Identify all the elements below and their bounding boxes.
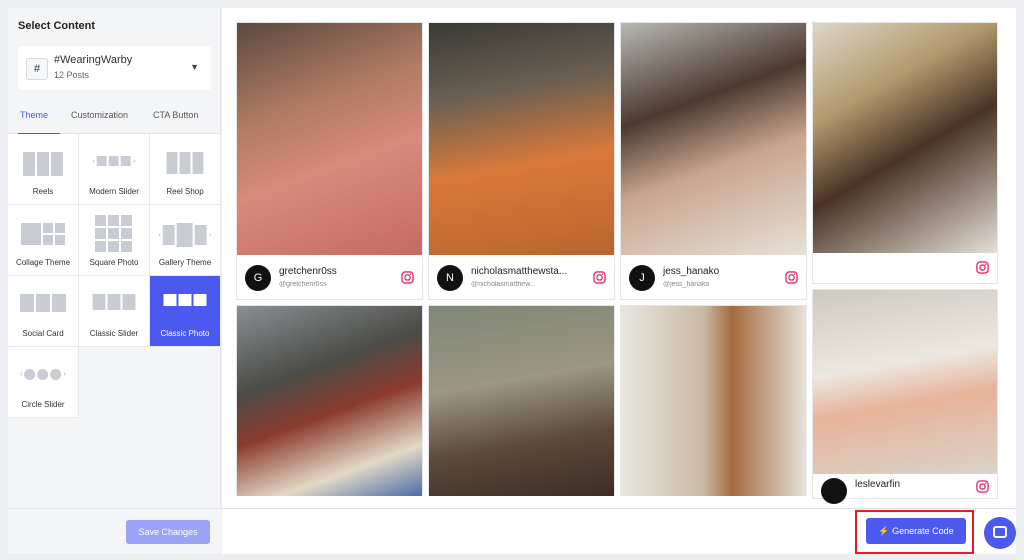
feed-preview: G gretchenr0ss @gretchenr0ss N nicholasm… [222, 8, 1016, 508]
settings-tabs: Theme Customization CTA Button [8, 100, 221, 135]
theme-gallery[interactable]: ‹ › Gallery Theme [150, 205, 221, 276]
source-name: #WearingWarby [54, 54, 133, 66]
instagram-icon[interactable] [401, 271, 414, 284]
sidebar-footer: Save Changes [8, 508, 221, 554]
tab-cta-button[interactable]: CTA Button [153, 110, 198, 120]
post-photo [237, 306, 422, 496]
card-footer [813, 253, 997, 283]
theme-label: Circle Slider [21, 400, 65, 409]
post-photo [621, 306, 806, 496]
post-card[interactable] [428, 305, 615, 496]
card-footer: leslevarfin [813, 474, 997, 504]
sidebar: Select Content # #WearingWarby 12 Posts … [8, 8, 221, 508]
post-card[interactable]: G gretchenr0ss @gretchenr0ss [236, 22, 423, 300]
username: jess_hanako [663, 266, 720, 277]
post-photo [429, 23, 614, 255]
theme-label: Reel Shop [166, 187, 204, 196]
source-post-count: 12 Posts [54, 70, 90, 80]
post-card[interactable] [620, 305, 807, 496]
hashtag-icon: # [26, 58, 48, 80]
gallery-thumbnail: ‹ › [159, 223, 211, 247]
theme-modern-slider[interactable]: ‹ › Modern Slider [79, 134, 150, 205]
theme-classic-slider[interactable]: Classic Slider [79, 276, 150, 347]
instagram-icon[interactable] [785, 271, 798, 284]
avatar: G [245, 265, 271, 291]
square-photo-thumbnail [95, 215, 133, 252]
post-photo [813, 290, 997, 476]
reels-thumbnail [23, 152, 63, 176]
card-footer: N nicholasmatthewsta... @nicholasmatthew… [429, 257, 614, 299]
theme-reel-shop[interactable]: Reel Shop [150, 134, 221, 205]
instagram-icon[interactable] [976, 480, 989, 493]
chat-icon [993, 526, 1007, 538]
post-card[interactable]: N nicholasmatthewsta... @nicholasmatthew… [428, 22, 615, 300]
user-handle: @gretchenr0ss [279, 281, 327, 288]
username: leslevarfin [855, 479, 901, 490]
theme-label: Classic Photo [160, 329, 210, 338]
collage-thumbnail [21, 223, 65, 245]
theme-collage[interactable]: Collage Theme [8, 205, 79, 276]
chevron-down-icon: ▼ [190, 62, 199, 72]
theme-classic-photo[interactable]: Classic Photo [150, 276, 221, 347]
classic-photo-thumbnail [163, 294, 207, 306]
theme-square-photo[interactable]: Square Photo [79, 205, 150, 276]
theme-label: Social Card [22, 329, 64, 338]
theme-label: Collage Theme [15, 258, 71, 267]
circle-slider-thumbnail: ‹ › [20, 369, 66, 380]
theme-circle-slider[interactable]: ‹ › Circle Slider [8, 347, 79, 418]
username: nicholasmatthewsta... [471, 266, 568, 277]
save-changes-button[interactable]: Save Changes [126, 520, 210, 544]
lightning-icon: ⚡ [878, 526, 893, 536]
tab-theme[interactable]: Theme [20, 110, 48, 120]
modern-slider-thumbnail: ‹ › [92, 156, 136, 166]
post-photo [813, 23, 997, 255]
tab-customization[interactable]: Customization [71, 110, 128, 120]
instagram-icon[interactable] [976, 261, 989, 274]
generate-code-label: Generate Code [892, 526, 954, 536]
avatar: N [437, 265, 463, 291]
select-content-title: Select Content [18, 20, 96, 32]
avatar [821, 478, 847, 504]
avatar: J [629, 265, 655, 291]
theme-label: Square Photo [89, 258, 139, 267]
chat-support-button[interactable] [984, 517, 1016, 549]
post-card[interactable] [812, 22, 998, 284]
theme-label: Gallery Theme [158, 258, 212, 267]
social-card-thumbnail [20, 294, 66, 312]
theme-label: Reels [32, 187, 54, 196]
post-card[interactable]: leslevarfin [812, 289, 998, 504]
source-selector[interactable]: # #WearingWarby 12 Posts ▼ [18, 46, 211, 90]
card-footer: G gretchenr0ss @gretchenr0ss [237, 257, 422, 299]
theme-label: Classic Slider [89, 329, 139, 338]
generate-code-button[interactable]: ⚡ Generate Code [866, 518, 966, 544]
post-photo [621, 23, 806, 255]
theme-reels[interactable]: Reels [8, 134, 79, 205]
user-handle: @jess_hanako [663, 281, 710, 288]
post-photo [429, 306, 614, 496]
card-footer: J jess_hanako @jess_hanako [621, 257, 806, 299]
theme-label: Modern Slider [89, 187, 139, 196]
user-handle: @nicholasmatthew... [471, 281, 536, 288]
reel-shop-thumbnail [166, 152, 204, 174]
username: gretchenr0ss [279, 266, 337, 277]
post-card[interactable]: J jess_hanako @jess_hanako [620, 22, 807, 300]
post-card[interactable] [236, 305, 423, 496]
instagram-icon[interactable] [593, 271, 606, 284]
classic-slider-thumbnail [92, 294, 136, 310]
theme-social-card[interactable]: Social Card [8, 276, 79, 347]
post-photo [237, 23, 422, 255]
